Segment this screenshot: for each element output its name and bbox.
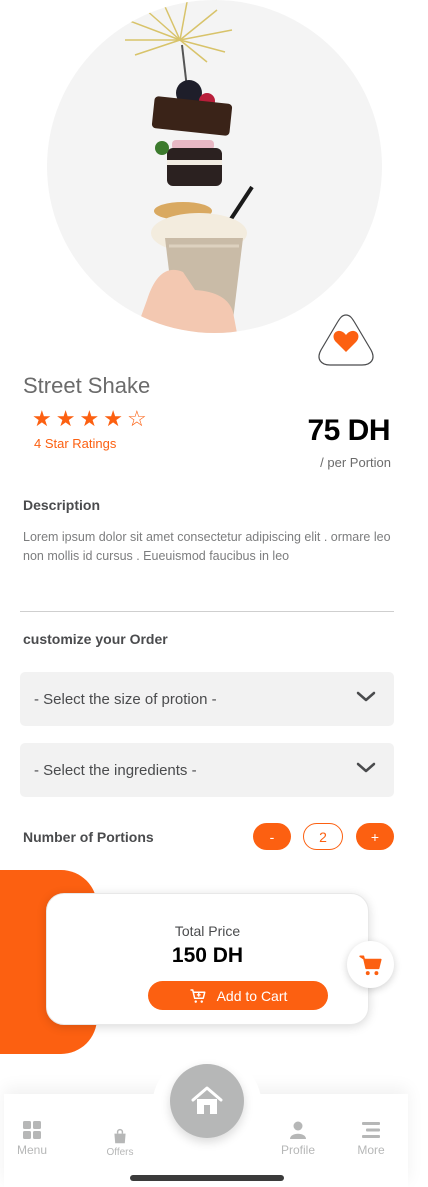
- portions-count: 2: [303, 823, 343, 850]
- ingredients-select-label: - Select the ingredients -: [34, 761, 197, 779]
- ratings-count: 4 Star Ratings: [34, 436, 117, 451]
- offers-bag-icon: [114, 1128, 126, 1144]
- product-title: Street Shake: [23, 373, 151, 398]
- street-shake-photo: [125, 0, 254, 333]
- star-icon: ★: [55, 406, 76, 431]
- add-to-cart-button[interactable]: Add to Cart: [148, 981, 328, 1010]
- total-price-label: Total Price: [174, 923, 241, 939]
- portions-label: Number of Portions: [23, 829, 154, 845]
- decrease-portions-button[interactable]: -: [253, 823, 291, 850]
- star-rating[interactable]: ★ ★ ★ ★ ☆: [32, 408, 147, 430]
- tab-menu-label: Menu: [16, 1143, 48, 1157]
- star-outline-icon: ☆: [126, 406, 147, 431]
- total-price-card: Total Price 150 DH Add to Cart: [46, 893, 369, 1025]
- cart-icon: [358, 955, 382, 975]
- size-select[interactable]: - Select the size of protion -: [20, 672, 394, 726]
- star-icon: ★: [103, 406, 123, 431]
- heart-icon: [318, 314, 374, 366]
- description-text: Lorem ipsum dolor sit amet consectetur a…: [23, 530, 391, 563]
- tab-profile-label: Profile: [280, 1143, 315, 1157]
- price-unit: / per Portion: [320, 455, 391, 470]
- product-image: [47, 0, 382, 333]
- tab-profile[interactable]: Profile: [268, 1120, 328, 1157]
- divider: [20, 611, 394, 612]
- tab-more-label: More: [357, 1143, 385, 1157]
- increase-portions-button[interactable]: +: [356, 823, 394, 850]
- tab-offers-label: Offers: [106, 1147, 134, 1158]
- ingredients-select[interactable]: - Select the ingredients -: [20, 743, 394, 797]
- product-price: 75 DH: [307, 414, 390, 447]
- total-price-value: 150 DH: [171, 944, 244, 967]
- chevron-down-icon: [356, 762, 376, 773]
- star-icon: ★: [32, 406, 52, 431]
- add-to-cart-label: Add to Cart: [216, 987, 288, 1004]
- profile-icon: [290, 1121, 306, 1139]
- description-heading: Description: [23, 497, 101, 513]
- size-select-label: - Select the size of protion -: [34, 690, 217, 708]
- tab-offers[interactable]: Offers: [90, 1128, 150, 1158]
- tab-more[interactable]: More: [341, 1120, 401, 1157]
- more-list-icon: [362, 1122, 380, 1138]
- chevron-down-icon: [356, 691, 376, 702]
- tab-home[interactable]: [170, 1064, 244, 1138]
- home-indicator: [130, 1175, 284, 1181]
- menu-grid-icon: [23, 1121, 41, 1139]
- home-icon: [191, 1086, 223, 1114]
- cart-icon: [190, 988, 206, 1003]
- favorite-button[interactable]: [316, 312, 376, 368]
- star-icon: ★: [79, 406, 100, 431]
- cart-button[interactable]: [347, 941, 394, 988]
- customize-heading: customize your Order: [23, 631, 168, 647]
- tab-menu[interactable]: Menu: [2, 1120, 62, 1157]
